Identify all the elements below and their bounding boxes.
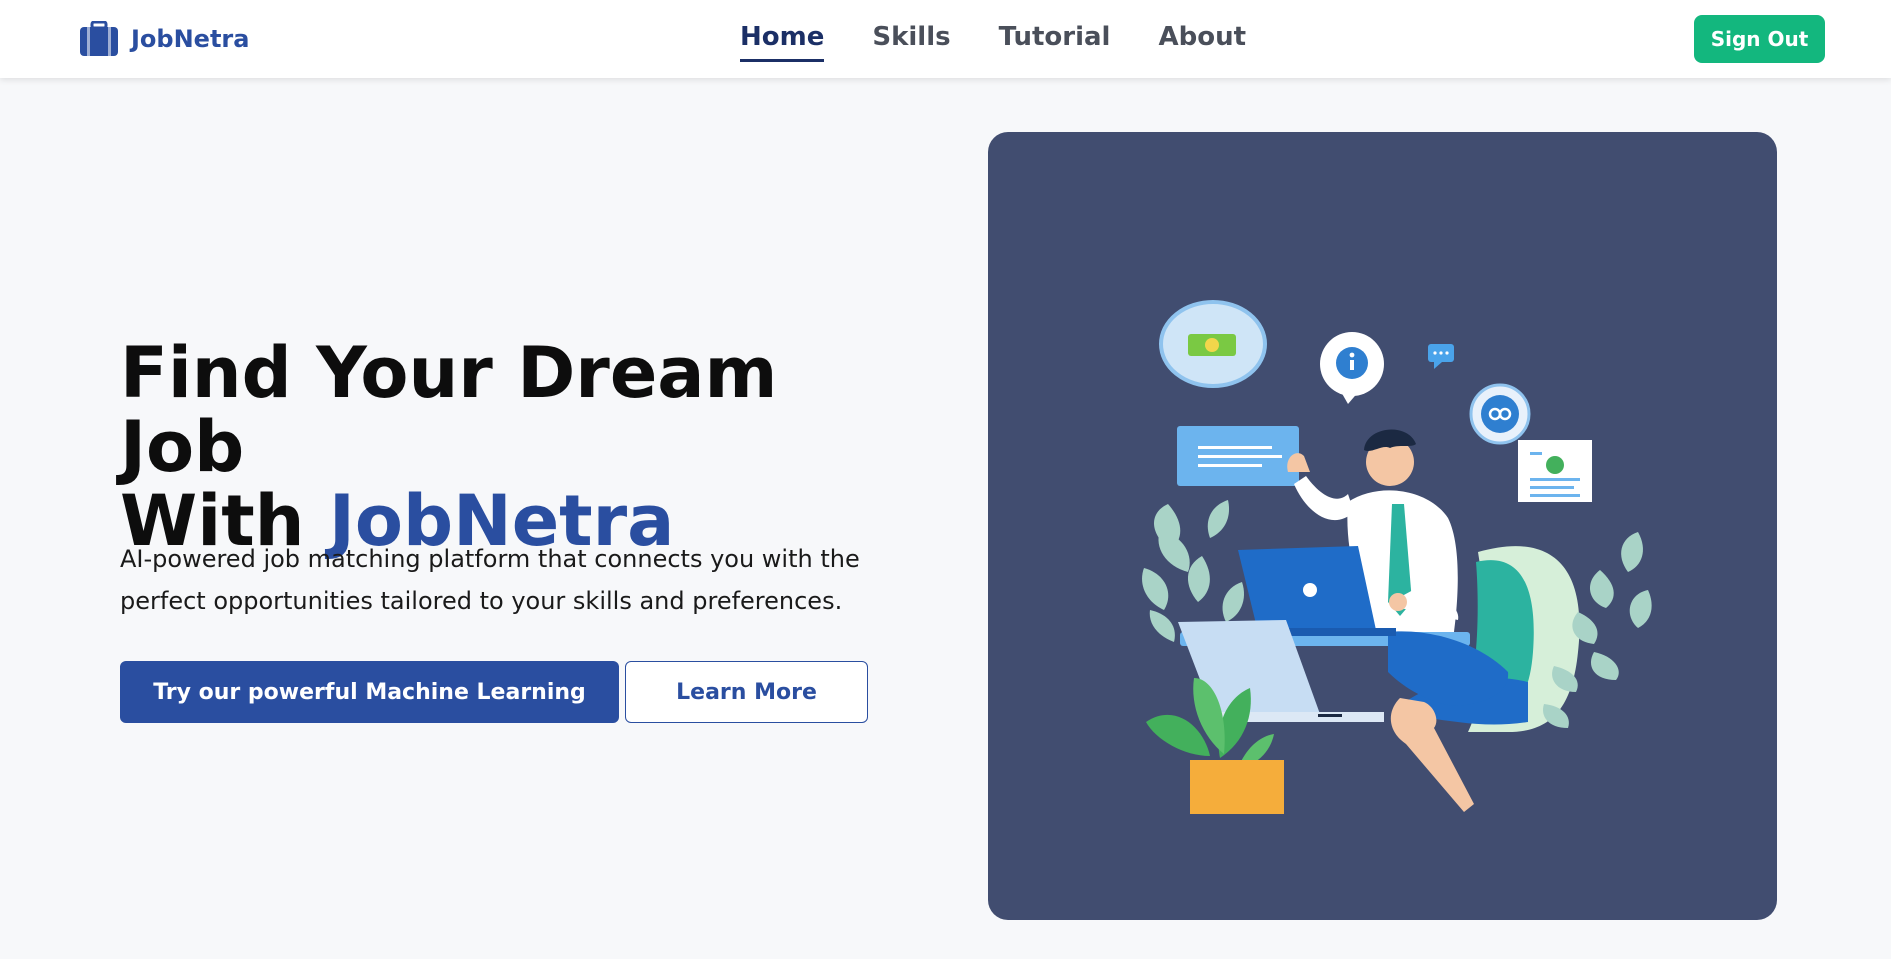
link-badge-icon	[1469, 383, 1531, 445]
nav-item-skills[interactable]: Skills	[872, 22, 950, 62]
hero-illustration	[988, 132, 1777, 920]
message-card-icon	[1177, 426, 1299, 486]
brand-logo[interactable]: JobNetra	[79, 20, 249, 58]
try-ml-button[interactable]: Try our powerful Machine Learning	[120, 661, 619, 723]
hero-title: Find Your Dream Job With JobNetra	[120, 336, 920, 558]
briefcase-icon	[80, 21, 118, 56]
hero-description: AI-powered job matching platform that co…	[120, 545, 860, 615]
top-navbar: JobNetra Home Skills Tutorial About Sign…	[0, 0, 1891, 78]
nav-item-tutorial[interactable]: Tutorial	[999, 22, 1111, 62]
money-badge-icon	[1159, 300, 1267, 388]
hero-title-line1: Find Your Dream Job	[120, 332, 778, 488]
brand-name: JobNetra	[131, 25, 250, 53]
info-bubble-icon	[1320, 332, 1384, 404]
main-nav: Home Skills Tutorial About	[740, 22, 1246, 63]
chat-dots-icon	[1428, 344, 1454, 369]
learn-more-button[interactable]: Learn More	[625, 661, 868, 723]
sign-out-button[interactable]: Sign Out	[1694, 15, 1825, 63]
profile-card-icon	[1518, 440, 1592, 502]
office-worker-illustration	[1142, 300, 1652, 814]
nav-item-about[interactable]: About	[1158, 22, 1246, 62]
plant-left-icon	[1142, 500, 1245, 642]
nav-item-home[interactable]: Home	[740, 22, 825, 63]
